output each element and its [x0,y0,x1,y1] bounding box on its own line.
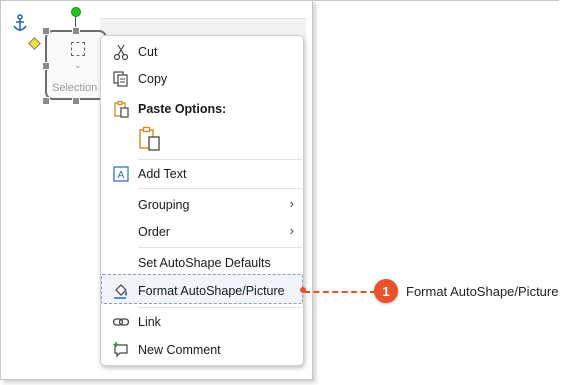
paste-keep-format-icon[interactable] [138,126,162,152]
menu-separator [138,188,302,189]
menu-item-label: New Comment [138,343,221,357]
menu-item-label: Order [138,225,170,239]
menu-item-link[interactable]: Link [101,309,303,335]
clipboard-icon [114,100,129,118]
shape-label: Selection [52,82,98,94]
chevron-right-icon: › [289,196,294,211]
menu-separator [138,307,302,308]
copy-icon [113,71,128,87]
menu-separator [138,159,302,160]
menu-item-label: Copy [138,72,168,86]
link-icon [112,318,130,326]
menu-heading-paste-options: Paste Options: [101,96,303,122]
text-box-icon: A [113,166,129,182]
selection-icon [71,42,85,56]
menu-heading-label: Paste Options: [138,102,227,116]
menu-item-label: Add Text [138,167,187,181]
menu-item-set-defaults[interactable]: Set AutoShape Defaults [101,250,303,276]
callout-number-badge: 1 [374,279,398,303]
menu-item-grouping[interactable]: Grouping › [101,192,303,218]
svg-text:A: A [118,170,125,181]
menu-item-order[interactable]: Order › [101,219,303,245]
paint-bucket-icon [114,284,127,299]
chevron-right-icon: › [289,223,294,238]
menu-item-copy[interactable]: Copy [101,66,303,92]
callout-label: Format AutoShape/Picture [406,284,559,299]
chevron-down-icon: ⌄ [74,60,82,70]
menu-item-label: Format AutoShape/Picture [138,284,285,298]
resize-handle-l[interactable] [42,62,50,70]
menu-item-label: Cut [138,45,158,59]
resize-handle-tl[interactable] [42,27,50,35]
comment-icon [113,342,128,358]
menu-item-format[interactable]: Format AutoShape/Picture [101,278,303,304]
menu-separator [138,247,302,248]
anchor-icon [13,14,27,31]
callout-leader-line [304,291,376,293]
menu-item-label: Set AutoShape Defaults [138,256,271,270]
resize-handle-bl[interactable] [42,97,50,105]
selection-shape[interactable]: ⌄ Selection [45,30,107,100]
menu-item-label: Grouping [138,198,190,212]
resize-handle-t[interactable] [72,27,80,35]
menu-item-cut[interactable]: Cut [101,39,303,65]
scissors-icon [113,44,129,61]
rotation-handle[interactable] [71,7,81,17]
menu-item-new-comment[interactable]: New Comment [101,337,303,363]
resize-handle-b[interactable] [72,97,80,105]
context-menu: Cut Copy Paste Options: A Add Text Group… [100,35,304,366]
menu-item-add-text[interactable]: A Add Text [101,161,303,187]
menu-item-label: Link [138,315,161,329]
